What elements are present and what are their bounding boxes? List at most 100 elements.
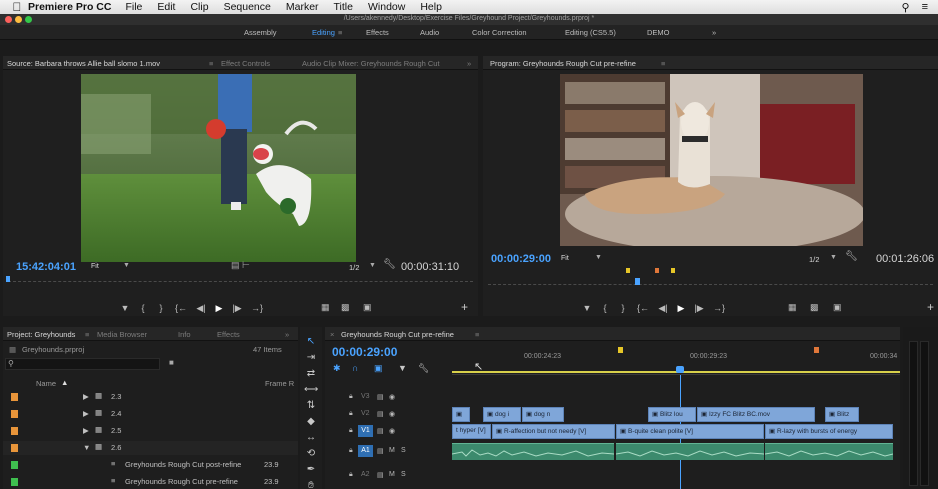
tab-overflow-icon[interactable]: » bbox=[467, 59, 471, 68]
program-video-frame[interactable] bbox=[560, 74, 863, 246]
frame-rate-column-header[interactable]: Frame R bbox=[265, 379, 294, 388]
slide-tool-icon[interactable]: ⟲ bbox=[304, 447, 318, 461]
collapse-icon[interactable]: ▼ bbox=[83, 443, 90, 452]
linked-selection-icon[interactable]: ▣ bbox=[374, 363, 383, 374]
razor-tool-icon[interactable]: ◆ bbox=[304, 415, 318, 429]
marker-yellow[interactable] bbox=[626, 268, 630, 273]
add-marker-icon[interactable]: ▼ bbox=[116, 303, 134, 313]
app-menu[interactable]: Premiere Pro CC bbox=[28, 1, 111, 13]
fit-chevron-down-icon[interactable]: ▼ bbox=[123, 262, 130, 269]
a1-audio-clip[interactable] bbox=[452, 443, 614, 460]
toggle-sync-icon[interactable]: ▤ bbox=[377, 410, 384, 418]
program-resolution-chevron-down-icon[interactable]: ▼ bbox=[830, 254, 837, 261]
effect-controls-tab[interactable]: Effect Controls bbox=[221, 59, 270, 68]
menu-sequence[interactable]: Sequence bbox=[224, 1, 271, 13]
menu-edit[interactable]: Edit bbox=[157, 1, 175, 13]
program-play-icon[interactable]: ▶ bbox=[672, 303, 690, 314]
new-bin-icon[interactable]: ■ bbox=[169, 358, 174, 367]
sequence-tab[interactable]: Greyhounds Rough Cut pre-refine bbox=[341, 330, 454, 339]
track-label-v1[interactable]: V1 bbox=[358, 425, 373, 437]
v2-clip[interactable]: ▣ Izzy FC Blitz BC.mov bbox=[697, 407, 815, 422]
lock-icon[interactable]: 🔒︎ bbox=[349, 471, 353, 479]
workspace-demo[interactable]: DEMO bbox=[647, 28, 670, 37]
program-time-ruler[interactable] bbox=[488, 284, 933, 287]
lift-icon[interactable]: ▦ bbox=[788, 302, 797, 313]
project-search-input[interactable]: ⚲ bbox=[5, 358, 160, 370]
rate-stretch-tool-icon[interactable]: ⇅ bbox=[304, 399, 318, 413]
v1-clip[interactable]: t hyper [V] bbox=[452, 424, 491, 439]
label-color-swatch[interactable] bbox=[11, 393, 18, 401]
snap-icon[interactable]: ∩ bbox=[352, 363, 358, 373]
project-row-bin-2-3[interactable]: ▶ ▦ 2.3 bbox=[3, 390, 298, 404]
toggle-sync-icon[interactable]: ▤ bbox=[377, 427, 384, 435]
add-marker-icon[interactable]: ▼ bbox=[398, 363, 407, 373]
project-menu-icon[interactable]: ≡ bbox=[85, 330, 89, 339]
workspace-effects[interactable]: Effects bbox=[366, 28, 389, 37]
marker-yellow-2[interactable] bbox=[671, 268, 675, 273]
close-sequence-icon[interactable]: × bbox=[330, 330, 334, 339]
apple-icon[interactable]:  bbox=[6, 0, 28, 14]
insert-icon[interactable]: ▦ bbox=[321, 302, 330, 313]
v2-clip[interactable]: ▣ dog n bbox=[522, 407, 564, 422]
go-to-in-icon[interactable]: {← bbox=[170, 303, 192, 313]
export-frame-icon[interactable]: ▣ bbox=[363, 302, 372, 313]
resolution-chevron-down-icon[interactable]: ▼ bbox=[369, 262, 376, 269]
workspace-editing[interactable]: Editing bbox=[312, 28, 335, 37]
timeline-marker-yellow[interactable] bbox=[618, 347, 623, 353]
project-tab[interactable]: Project: Greyhounds bbox=[7, 330, 75, 339]
source-resolution-dropdown[interactable]: 1/2 bbox=[349, 263, 359, 272]
program-export-frame-icon[interactable]: ▣ bbox=[833, 302, 842, 313]
program-mark-in-icon[interactable]: { bbox=[596, 303, 614, 313]
go-to-out-icon[interactable]: →} bbox=[246, 303, 268, 313]
info-tab[interactable]: Info bbox=[178, 330, 191, 339]
name-column-header[interactable]: Name bbox=[36, 379, 56, 388]
panel-menu-icon[interactable]: ≡ bbox=[209, 59, 213, 68]
label-color-swatch[interactable] bbox=[11, 427, 18, 435]
mark-in-icon[interactable]: { bbox=[134, 303, 152, 313]
program-go-to-out-icon[interactable]: →} bbox=[708, 303, 730, 313]
toggle-sync-icon[interactable]: ▤ bbox=[377, 471, 384, 479]
media-browser-tab[interactable]: Media Browser bbox=[97, 330, 147, 339]
add-button-icon[interactable]: + bbox=[461, 300, 468, 314]
menu-title[interactable]: Title bbox=[334, 1, 353, 13]
project-overflow-icon[interactable]: » bbox=[285, 330, 289, 339]
v2-clip[interactable]: ▣ dog i bbox=[483, 407, 521, 422]
menu-help[interactable]: Help bbox=[420, 1, 442, 13]
eye-icon[interactable]: ◉ bbox=[389, 410, 395, 418]
program-wrench-icon[interactable]: 🔧︎ bbox=[845, 251, 858, 262]
v2-clip-fx[interactable]: ▣ bbox=[452, 407, 470, 422]
label-color-swatch[interactable] bbox=[11, 478, 18, 486]
program-fit-chevron-down-icon[interactable]: ▼ bbox=[595, 254, 602, 261]
menu-file[interactable]: File bbox=[125, 1, 142, 13]
wrench-icon[interactable]: 🔧︎ bbox=[383, 259, 396, 270]
sort-up-icon[interactable]: ▲ bbox=[61, 378, 68, 387]
insert-nest-icon[interactable]: ✱ bbox=[333, 363, 341, 374]
track-label-v3[interactable]: V3 bbox=[361, 393, 370, 400]
overwrite-icon[interactable]: ▩ bbox=[341, 302, 350, 313]
lock-icon[interactable]: 🔒︎ bbox=[349, 393, 353, 401]
program-panel-menu-icon[interactable]: ≡ bbox=[661, 59, 665, 68]
expand-icon[interactable]: ▶ bbox=[83, 409, 89, 418]
source-video-frame[interactable] bbox=[81, 74, 356, 262]
program-playhead[interactable] bbox=[635, 278, 640, 285]
program-fit-dropdown[interactable]: Fit bbox=[561, 255, 569, 262]
source-playhead-timecode[interactable]: 15:42:04:01 bbox=[16, 261, 76, 273]
source-playhead[interactable] bbox=[6, 276, 10, 282]
source-tab[interactable]: Source: Barbara throws Allie ball slomo … bbox=[7, 59, 160, 68]
marker-orange[interactable] bbox=[655, 268, 659, 273]
program-go-to-in-icon[interactable]: {← bbox=[632, 303, 654, 313]
label-color-swatch[interactable] bbox=[11, 461, 18, 469]
notification-list-icon[interactable]: ≡ bbox=[922, 1, 928, 13]
step-back-icon[interactable]: ◀| bbox=[192, 303, 210, 314]
solo-icon[interactable]: S bbox=[401, 447, 406, 454]
v2-clip[interactable]: ▣ Blitz lou bbox=[648, 407, 696, 422]
timeline-menu-icon[interactable]: ≡ bbox=[475, 330, 479, 339]
eye-icon[interactable]: ◉ bbox=[389, 427, 395, 435]
program-add-button-icon[interactable]: + bbox=[927, 300, 934, 314]
timeline-playhead-handle[interactable] bbox=[676, 366, 684, 373]
solo-icon[interactable]: S bbox=[401, 471, 406, 478]
eye-icon[interactable]: ◉ bbox=[389, 393, 395, 401]
timeline-timecode[interactable]: 00:00:29:00 bbox=[332, 345, 397, 359]
track-label-v2[interactable]: V2 bbox=[361, 410, 370, 417]
timeline-ruler[interactable]: 00:00:24:23 00:00:29:23 00:00:34 ↖ bbox=[452, 345, 900, 375]
